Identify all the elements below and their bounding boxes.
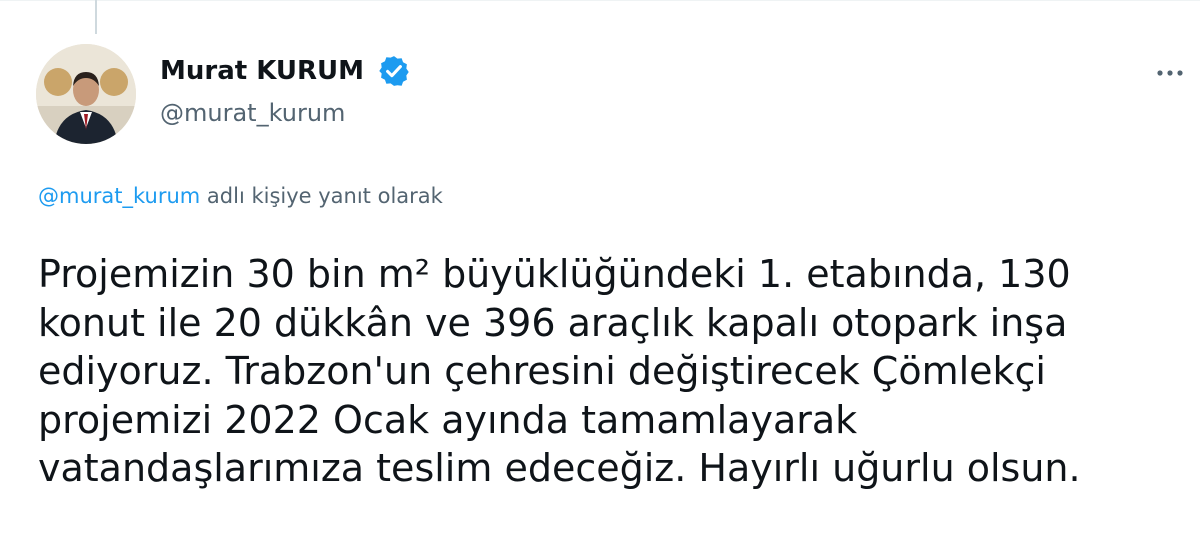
reply-context: @murat_kurum adlı kişiye yanıt olarak [38,184,443,208]
avatar[interactable] [36,44,136,144]
verified-badge-icon [379,56,409,86]
author-handle[interactable]: @murat_kurum [160,99,345,127]
reply-mention-link[interactable]: @murat_kurum [38,184,200,208]
author-name[interactable]: Murat KURUM [160,56,364,86]
tweet-text: Projemizin 30 bin m² büyüklüğündeki 1. e… [38,252,1081,490]
more-options-icon[interactable] [1150,58,1190,88]
top-divider [0,0,1200,1]
thread-connector-line [95,0,97,34]
reply-context-text: adlı kişiye yanıt olarak [200,184,443,208]
